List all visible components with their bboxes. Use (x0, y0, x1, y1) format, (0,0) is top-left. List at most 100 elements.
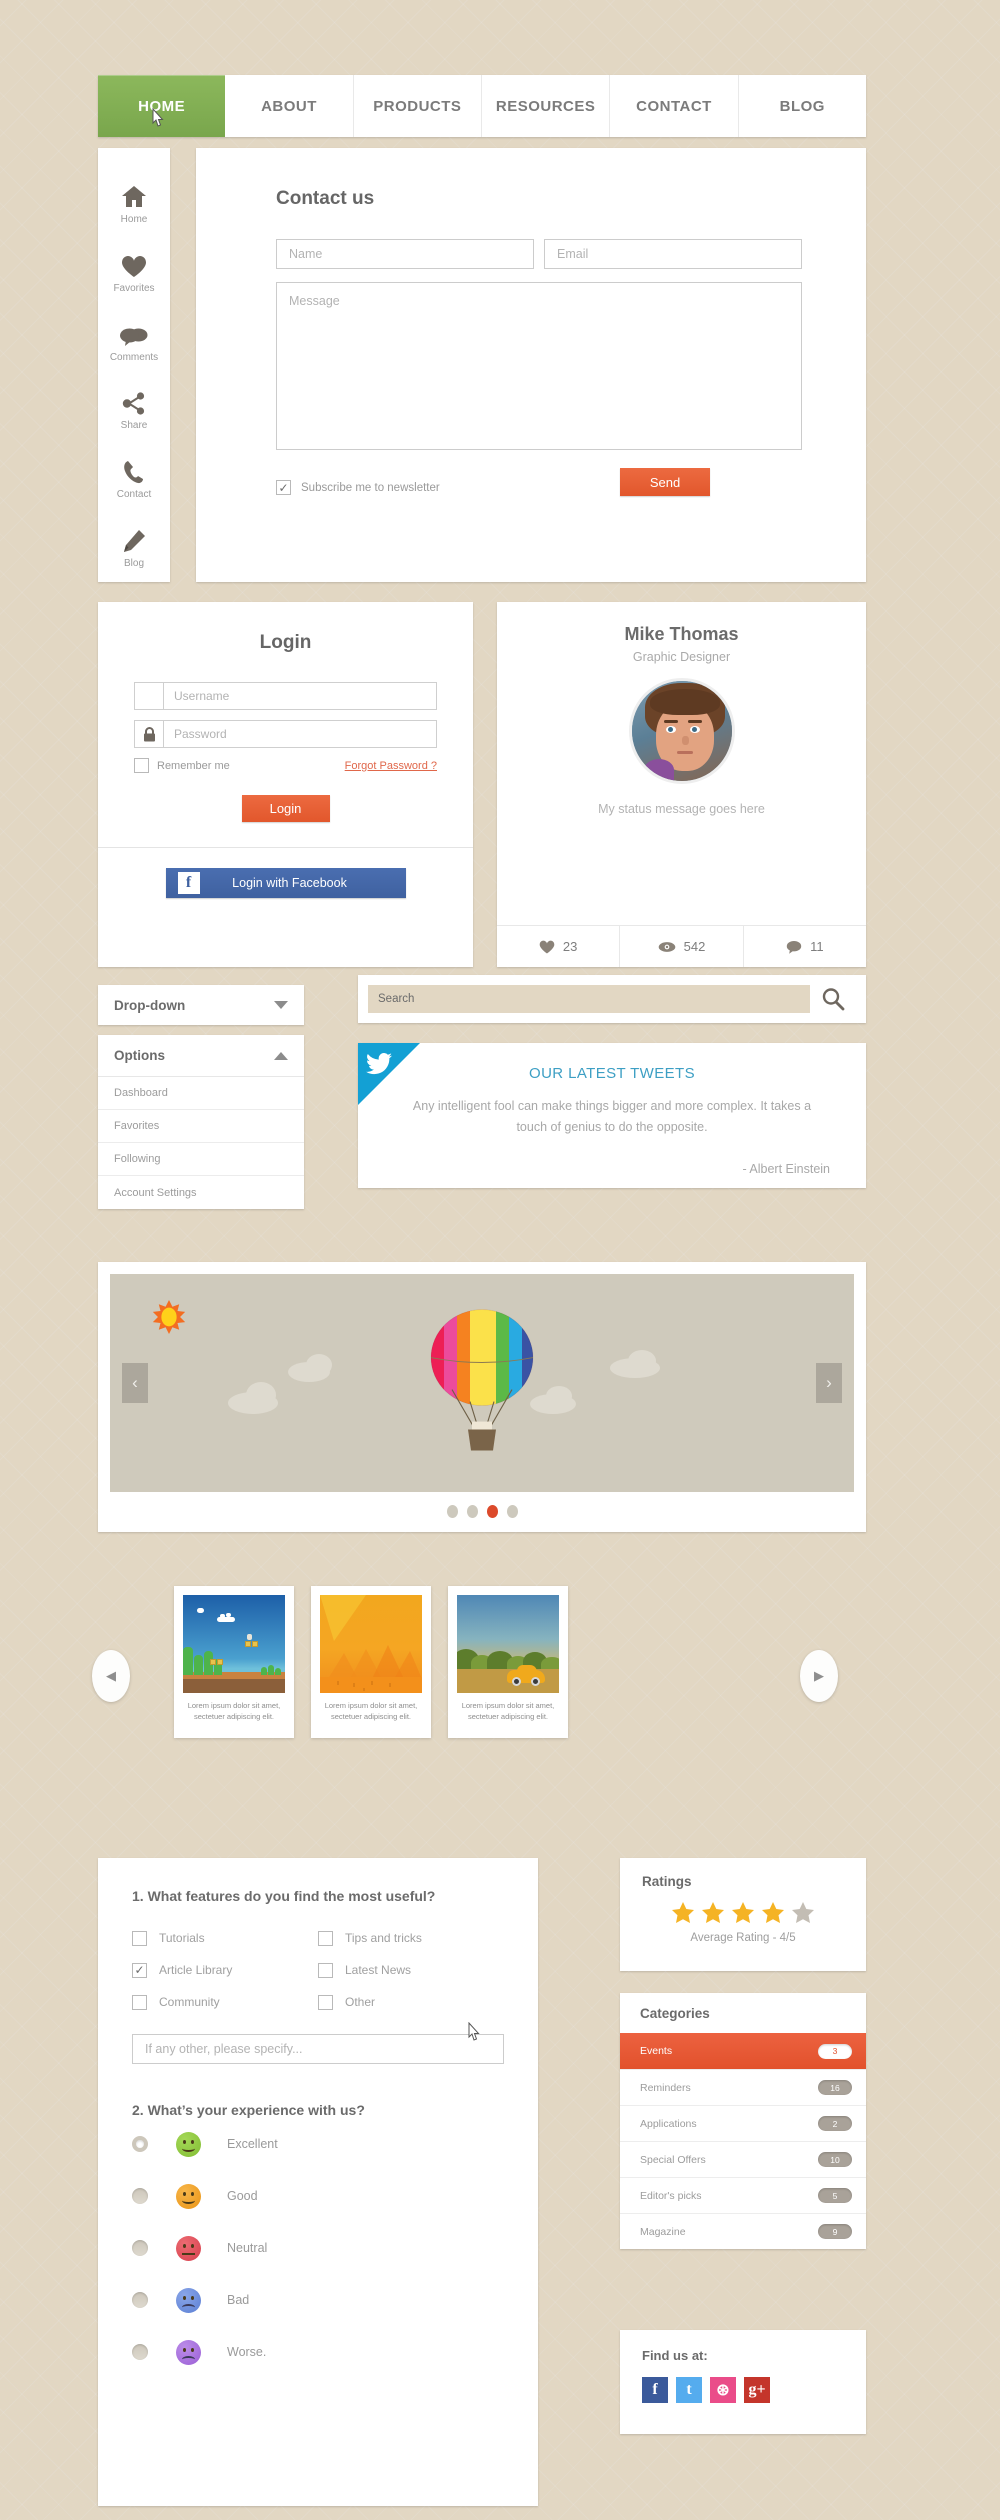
category-reminders[interactable]: Reminders 16 (620, 2069, 866, 2105)
stat-views[interactable]: 542 (620, 926, 744, 967)
option-account-settings[interactable]: Account Settings (98, 1176, 304, 1209)
twitter-icon[interactable]: t (676, 2377, 702, 2403)
gallery-next-button[interactable]: ▶ (800, 1650, 838, 1702)
q2-option-excellent[interactable]: Excellent (132, 2118, 504, 2170)
gallery-item[interactable]: Lorem ipsum dolor sit amet, sectetuer ad… (174, 1586, 294, 1738)
star-filled-icon[interactable] (731, 1901, 755, 1924)
search-input[interactable] (368, 985, 810, 1013)
star-empty-icon[interactable] (791, 1901, 815, 1924)
facebook-icon[interactable]: f (642, 2377, 668, 2403)
dropdown-collapsed[interactable]: Drop-down (98, 985, 304, 1025)
nav-item-blog[interactable]: BLOG (739, 75, 866, 137)
stat-value: 23 (562, 939, 578, 954)
username-field[interactable] (134, 682, 437, 710)
password-input[interactable] (164, 721, 436, 747)
average-rating-text: Average Rating - 4/5 (690, 1932, 796, 1944)
login-button[interactable]: Login (241, 795, 330, 822)
nav-item-contact[interactable]: CONTACT (610, 75, 739, 137)
category-magazine[interactable]: Magazine 9 (620, 2213, 866, 2249)
email-input[interactable] (544, 239, 802, 269)
q2-option-worse[interactable]: Worse. (132, 2326, 504, 2378)
radio-selected[interactable] (132, 2136, 148, 2152)
gallery-item[interactable]: Lorem ipsum dolor sit amet, sectetuer ad… (311, 1586, 431, 1738)
q1-option-tips-and-tricks[interactable]: Tips and tricks (318, 1922, 504, 1954)
nav-item-products[interactable]: PRODUCTS (354, 75, 482, 137)
star-filled-icon[interactable] (701, 1901, 725, 1924)
q1-option-other[interactable]: Other (318, 1986, 504, 2018)
nav-label: ABOUT (261, 97, 317, 115)
facebook-login-button[interactable]: f Login with Facebook (165, 868, 406, 898)
slider-prev-button[interactable]: ‹ (122, 1363, 148, 1403)
chevron-up-icon (274, 1051, 288, 1060)
checkbox[interactable] (318, 1930, 333, 1946)
category-editors-picks[interactable]: Editor's picks 5 (620, 2177, 866, 2213)
slider-dot[interactable] (446, 1505, 458, 1518)
option-favorites[interactable]: Favorites (98, 1110, 304, 1143)
stat-comments[interactable]: 11 (744, 926, 866, 967)
survey-panel: 1. What features do you find the most us… (98, 1858, 538, 2506)
radio[interactable] (132, 2292, 148, 2308)
category-applications[interactable]: Applications 2 (620, 2105, 866, 2141)
slider-dot[interactable] (506, 1505, 518, 1518)
category-label: Magazine (640, 2225, 686, 2238)
category-label: Events (640, 2045, 673, 2057)
username-input[interactable] (164, 683, 436, 709)
category-count-badge: 2 (818, 2116, 852, 2131)
checkbox[interactable] (318, 1962, 333, 1978)
page-title: Contact us (276, 188, 375, 209)
checkbox[interactable] (318, 1994, 333, 2010)
star-filled-icon[interactable] (671, 1901, 695, 1924)
radio[interactable] (132, 2344, 148, 2360)
password-field[interactable] (134, 720, 437, 748)
googleplus-icon[interactable]: g+ (744, 2377, 770, 2403)
rail-item-comments[interactable]: Comments (98, 307, 170, 376)
q2-option-neutral[interactable]: Neutral (132, 2222, 504, 2274)
message-textarea[interactable] (276, 282, 802, 450)
rail-item-share[interactable]: Share (98, 376, 170, 445)
nav-item-home[interactable]: HOME (98, 75, 226, 137)
options-header[interactable]: Options (98, 1035, 304, 1077)
radio[interactable] (132, 2188, 148, 2204)
gallery-prev-button[interactable]: ◀ (92, 1650, 130, 1702)
gallery-item[interactable]: Lorem ipsum dolor sit amet, sectetuer ad… (448, 1586, 568, 1738)
q1-option-tutorials[interactable]: Tutorials (132, 1922, 318, 1954)
q1-option-article-library[interactable]: ✓ Article Library (132, 1954, 318, 1986)
remember-me-checkbox[interactable] (134, 758, 149, 773)
slider-next-button[interactable]: › (816, 1363, 842, 1403)
send-button[interactable]: Send (620, 468, 710, 496)
q1-option-community[interactable]: Community (132, 1986, 318, 2018)
forgot-password-link[interactable]: Forgot Password ? (345, 760, 437, 772)
slider-dot[interactable] (466, 1505, 478, 1518)
checkbox[interactable] (132, 1994, 147, 2010)
option-dashboard[interactable]: Dashboard (98, 1077, 304, 1110)
nav-item-resources[interactable]: RESOURCES (482, 75, 611, 137)
star-filled-icon[interactable] (761, 1901, 785, 1924)
name-input[interactable] (276, 239, 534, 269)
radio[interactable] (132, 2240, 148, 2256)
slider-dot-active[interactable] (486, 1505, 498, 1518)
contact-us-panel: Contact us ✓ Subscribe me to newsletter … (196, 148, 866, 582)
rail-label: Favorites (113, 283, 155, 294)
rail-item-favorites[interactable]: Favorites (98, 239, 170, 308)
category-count-badge: 3 (818, 2043, 852, 2059)
category-special-offers[interactable]: Special Offers 10 (620, 2141, 866, 2177)
rail-item-home[interactable]: Home (98, 170, 170, 239)
nav-item-about[interactable]: ABOUT (225, 75, 354, 137)
search-icon[interactable] (810, 987, 856, 1011)
specify-other-input[interactable] (132, 2034, 504, 2064)
profile-status: My status message goes here (598, 802, 765, 816)
q2-option-bad[interactable]: Bad (132, 2274, 504, 2326)
rail-item-blog[interactable]: Blog (98, 513, 170, 582)
option-following[interactable]: Following (98, 1143, 304, 1176)
q1-option-latest-news[interactable]: Latest News (318, 1954, 504, 1986)
checkbox[interactable] (132, 1930, 147, 1946)
q2-option-good[interactable]: Good (132, 2170, 504, 2222)
rail-item-contact[interactable]: Contact (98, 445, 170, 514)
checkbox-checked[interactable]: ✓ (132, 1962, 147, 1978)
subscribe-checkbox[interactable]: ✓ (276, 480, 291, 495)
dribbble-icon[interactable]: ⊛ (710, 2377, 736, 2403)
stat-likes[interactable]: 23 (497, 926, 621, 967)
category-events[interactable]: Events 3 (620, 2033, 866, 2069)
login-fields: Remember me Forgot Password ? Login (98, 654, 473, 822)
page-root: HOME ABOUT PRODUCTS RESOURCES CONTACT BL… (0, 0, 1000, 2520)
